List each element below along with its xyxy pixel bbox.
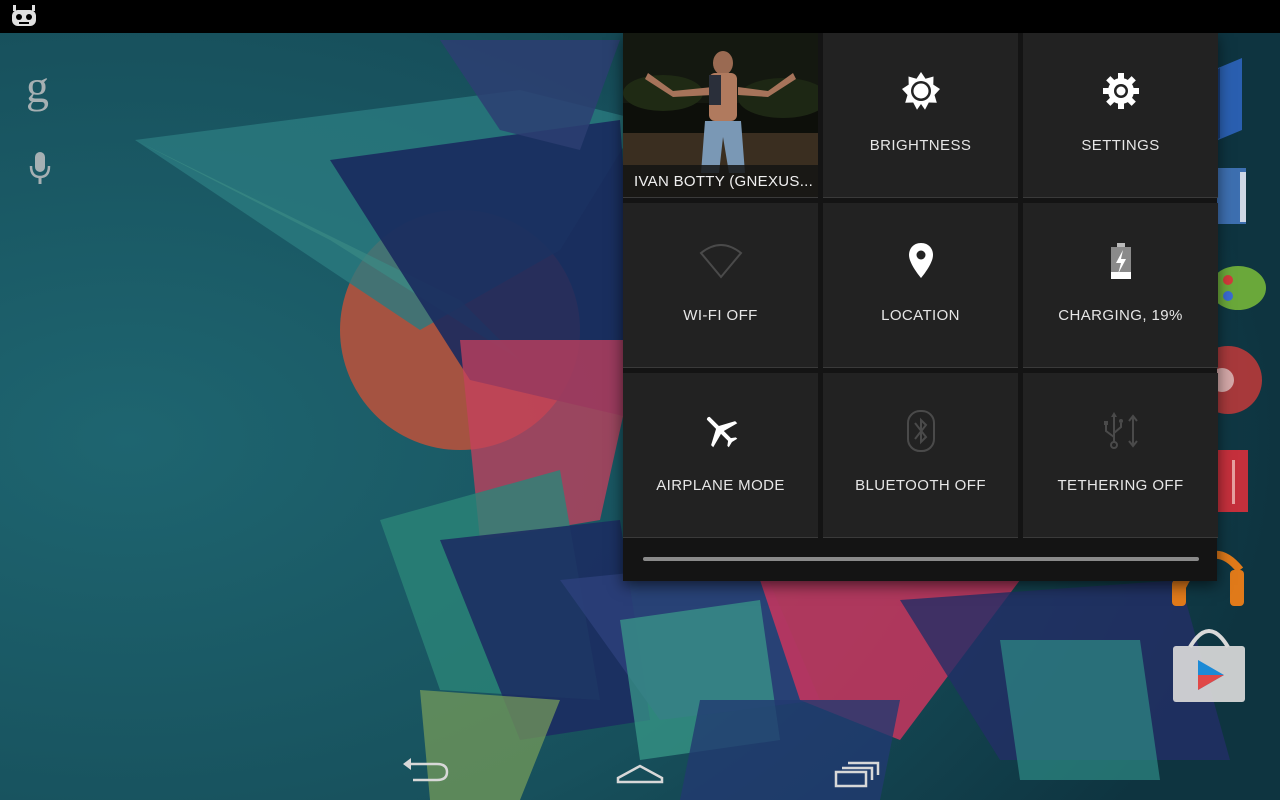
recent-apps-icon[interactable] xyxy=(826,750,886,790)
settings-label: SETTINGS xyxy=(1081,137,1160,154)
books-app-icon[interactable] xyxy=(1216,168,1246,224)
wifi-label: WI-FI OFF xyxy=(683,307,758,324)
play-store-icon[interactable] xyxy=(1173,629,1245,702)
user-tile[interactable]: IVAN BOTTY (GNEXUS... xyxy=(623,33,818,198)
usb-tethering-icon xyxy=(1103,412,1138,449)
bluetooth-off-icon xyxy=(906,410,935,452)
games-controller-icon[interactable] xyxy=(1210,266,1266,310)
airplane-label: AIRPLANE MODE xyxy=(656,477,785,494)
tethering-tile[interactable]: TETHERING OFF xyxy=(1023,373,1218,538)
navigation-bar xyxy=(0,740,1280,800)
panel-drag-handle[interactable] xyxy=(643,557,1199,561)
user-name-bar: IVAN BOTTY (GNEXUS... xyxy=(623,165,818,197)
airplane-icon xyxy=(706,416,737,448)
brightness-tile[interactable]: BRIGHTNESS xyxy=(823,33,1018,198)
magazine-app-icon[interactable] xyxy=(1218,450,1248,512)
user-name: IVAN BOTTY (GNEXUS... xyxy=(634,173,814,190)
battery-tile[interactable]: CHARGING, 19% xyxy=(1023,203,1218,368)
back-icon[interactable] xyxy=(395,750,455,790)
wifi-tile[interactable]: WI-FI OFF xyxy=(623,203,818,368)
location-label: LOCATION xyxy=(881,307,960,324)
cyanogenmod-icon xyxy=(12,5,36,26)
microphone-icon[interactable] xyxy=(28,150,52,186)
brightness-label: BRIGHTNESS xyxy=(869,137,972,154)
airplane-mode-tile[interactable]: AIRPLANE MODE xyxy=(623,373,818,538)
home-icon[interactable] xyxy=(610,750,670,790)
quick-settings-panel: IVAN BOTTY (GNEXUS... BRIGHTNESS SETTING… xyxy=(623,33,1218,581)
battery-label: CHARGING, 19% xyxy=(1058,307,1183,324)
location-tile[interactable]: LOCATION xyxy=(823,203,1018,368)
location-pin-icon xyxy=(908,243,933,278)
settings-tile[interactable]: SETTINGS xyxy=(1023,33,1218,198)
brightness-icon xyxy=(901,72,940,110)
battery-charging-icon xyxy=(1110,243,1131,279)
bluetooth-label: BLUETOOTH OFF xyxy=(855,477,986,494)
status-bar xyxy=(0,0,1280,33)
wifi-off-icon xyxy=(699,244,742,279)
bluetooth-tile[interactable]: BLUETOOTH OFF xyxy=(823,373,1018,538)
tethering-label: TETHERING OFF xyxy=(1057,477,1184,494)
google-g-icon[interactable]: g xyxy=(26,64,56,115)
settings-gear-icon xyxy=(1102,73,1139,109)
